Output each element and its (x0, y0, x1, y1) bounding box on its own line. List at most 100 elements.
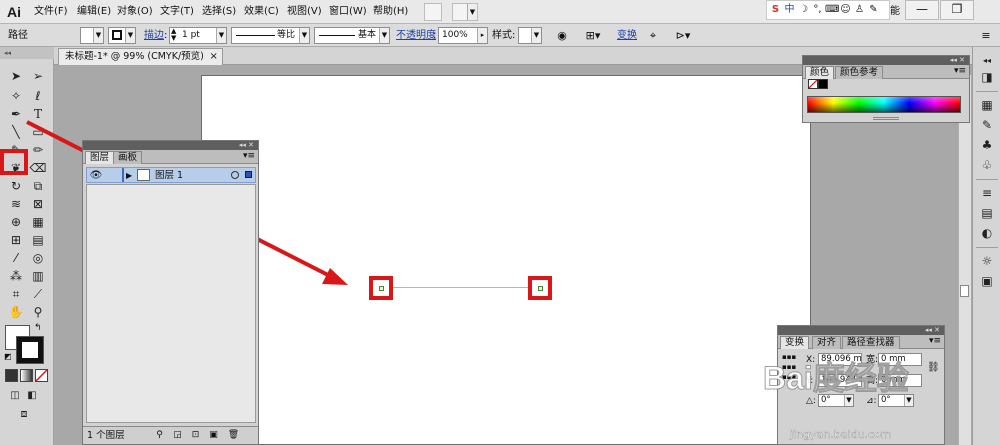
panel-menu-icon[interactable]: ▾≡ (929, 336, 941, 346)
layer-name[interactable]: 图层 1 (155, 169, 183, 182)
menu-effect[interactable]: 效果(C) (244, 5, 279, 19)
symbol-sprayer-tool-icon[interactable]: ⁂ (6, 267, 26, 285)
align-options-icon[interactable]: ⊞▾ (580, 28, 606, 43)
appearance-panel-icon[interactable]: ☼ (979, 253, 995, 269)
swap-fill-stroke-icon[interactable]: ↰ (34, 323, 42, 333)
stroke-panel-icon[interactable]: ≡ (979, 185, 995, 201)
lasso-tool-icon[interactable]: ℓ (28, 87, 48, 105)
panel-menu-icon[interactable]: ≡ (978, 28, 994, 43)
locate-object-icon[interactable]: ⚲ (153, 429, 166, 442)
shirt-icon[interactable]: ♙ (853, 3, 866, 17)
options-menu-icon[interactable]: ⊳▾ (670, 28, 696, 43)
user-icon[interactable]: ☺ (839, 3, 852, 17)
menu-file[interactable]: 文件(F) (34, 5, 68, 19)
opacity-field[interactable]: 100% ▸ (438, 27, 488, 44)
stroke-color-dropdown[interactable]: ▼ (108, 27, 136, 44)
bridge-button[interactable] (424, 3, 442, 21)
moon-icon[interactable]: ☽ (797, 3, 810, 17)
clipping-mask-icon[interactable]: ◲ (171, 429, 184, 442)
layers-panel-titlebar[interactable]: ◂◂ ✕ (83, 141, 258, 150)
zoom-tool-icon[interactable]: ⚲ (28, 303, 48, 321)
new-sublayer-icon[interactable]: ⊡ (189, 429, 202, 442)
drawn-path[interactable] (392, 287, 528, 288)
column-graph-tool-icon[interactable]: ▥ (28, 267, 48, 285)
selection-tool-icon[interactable]: ➤ (6, 67, 26, 85)
scale-tool-icon[interactable]: ⧉ (28, 177, 48, 195)
screen-mode-icon[interactable]: ⧈ (14, 405, 34, 423)
slice-tool-icon[interactable]: ⟋ (28, 285, 48, 303)
brushes-panel-icon[interactable]: ✎ (979, 117, 995, 133)
sogou-icon[interactable]: S (769, 3, 782, 17)
language-indicator[interactable]: 中 (783, 3, 796, 17)
brush-definition[interactable]: 基本 ▼ (314, 27, 390, 44)
restore-button[interactable]: ❐ (940, 0, 974, 20)
isolate-icon[interactable]: ⌖ (645, 28, 661, 43)
tab-color[interactable]: 颜色 (805, 66, 835, 79)
tab-color-guide[interactable]: 颜色参考 (835, 66, 884, 79)
end-anchor-point[interactable] (538, 286, 543, 291)
width-tool-icon[interactable]: ≋ (6, 195, 26, 213)
artboard-tool-icon[interactable]: ⌗ (6, 285, 26, 303)
magic-wand-tool-icon[interactable]: ✧ (6, 87, 26, 105)
none-mode-button[interactable] (35, 369, 48, 382)
new-layer-icon[interactable]: ▣ (207, 429, 220, 442)
stroke-panel-link[interactable]: 描边 (144, 29, 164, 42)
blend-tool-icon[interactable]: ◎ (28, 249, 48, 267)
tab-layers[interactable]: 图层 (85, 151, 115, 164)
layer-list[interactable] (86, 184, 256, 423)
panel-menu-icon[interactable]: ▾≡ (954, 66, 966, 76)
color-panel-titlebar[interactable]: ◂◂ ✕ (803, 56, 969, 65)
gradient-tool-icon[interactable]: ▤ (28, 231, 48, 249)
minimize-button[interactable]: — (905, 0, 939, 20)
target-icon[interactable] (231, 171, 239, 179)
panel-resize-grip[interactable] (873, 117, 899, 120)
draw-behind-icon[interactable]: ◧ (22, 387, 42, 405)
graphic-styles-panel-icon[interactable]: ▣ (979, 273, 995, 289)
keyboard-icon[interactable]: ⌨ (825, 3, 839, 17)
transparency-panel-icon[interactable]: ◐ (979, 225, 995, 241)
arrange-documents-button[interactable]: ▼ (452, 3, 478, 21)
tab-transform[interactable]: 变换 (780, 336, 810, 349)
start-anchor-point[interactable] (379, 286, 384, 291)
artboard[interactable] (201, 75, 811, 445)
menu-select[interactable]: 选择(S) (202, 5, 236, 19)
menu-edit[interactable]: 编辑(E) (77, 5, 111, 19)
menu-object[interactable]: 对象(O) (117, 5, 153, 19)
toolbox-grip[interactable]: ◂◂ (0, 47, 54, 59)
free-transform-tool-icon[interactable]: ⊠ (28, 195, 48, 213)
document-tab[interactable]: 未标题-1* @ 99% (CMYK/预览) × (58, 48, 223, 65)
color-stroke-chip[interactable] (818, 79, 828, 89)
eye-icon[interactable]: 👁 (89, 169, 103, 182)
delete-layer-icon[interactable]: 🗑 (227, 429, 240, 442)
direct-selection-tool-icon[interactable]: ➢ (28, 67, 48, 85)
vertical-scrollbar[interactable] (958, 75, 971, 445)
transform-panel-titlebar[interactable]: ◂◂ ✕ (778, 326, 944, 335)
layer-row[interactable]: 👁 ▶ 图层 1 (86, 167, 256, 183)
perspective-grid-tool-icon[interactable]: ▦ (28, 213, 48, 231)
clubs-symbol-icon[interactable]: ♧ (979, 157, 995, 173)
hand-tool-icon[interactable]: ✋ (6, 303, 26, 321)
stroke-swatch[interactable] (16, 336, 44, 364)
menu-window[interactable]: 窗口(W) (329, 5, 367, 19)
tab-artboards[interactable]: 画板 (113, 151, 143, 164)
wrench-icon[interactable]: ✎ (867, 3, 880, 17)
gradient-mode-button[interactable] (20, 369, 33, 382)
rotate-tool-icon[interactable]: ↻ (6, 177, 26, 195)
stepper-down-icon[interactable]: ▼ (171, 35, 176, 42)
tab-pathfinder[interactable]: 路径查找器 (842, 336, 900, 349)
line-segment-tool-icon[interactable]: ╲ (6, 123, 26, 141)
menu-view[interactable]: 视图(V) (287, 5, 322, 19)
close-icon[interactable]: × (209, 49, 217, 65)
recolor-artwork-icon[interactable]: ◉ (554, 28, 570, 43)
menu-type[interactable]: 文字(T) (160, 5, 194, 19)
shape-builder-tool-icon[interactable]: ⊕ (6, 213, 26, 231)
scrollbar-thumb[interactable] (960, 285, 969, 297)
stroke-weight-field[interactable]: ▲ ▼ 1 pt ▼ (169, 27, 227, 44)
color-spectrum[interactable] (807, 96, 961, 113)
variable-width-profile[interactable]: 等比 ▼ (231, 27, 310, 44)
graphic-style-dropdown[interactable]: ▼ (518, 27, 542, 44)
swatches-panel-icon[interactable]: ▦ (979, 97, 995, 113)
color-fill-chip[interactable] (808, 79, 818, 89)
pencil-tool-icon[interactable]: ✏ (28, 141, 48, 159)
color-mode-button[interactable] (5, 369, 18, 382)
